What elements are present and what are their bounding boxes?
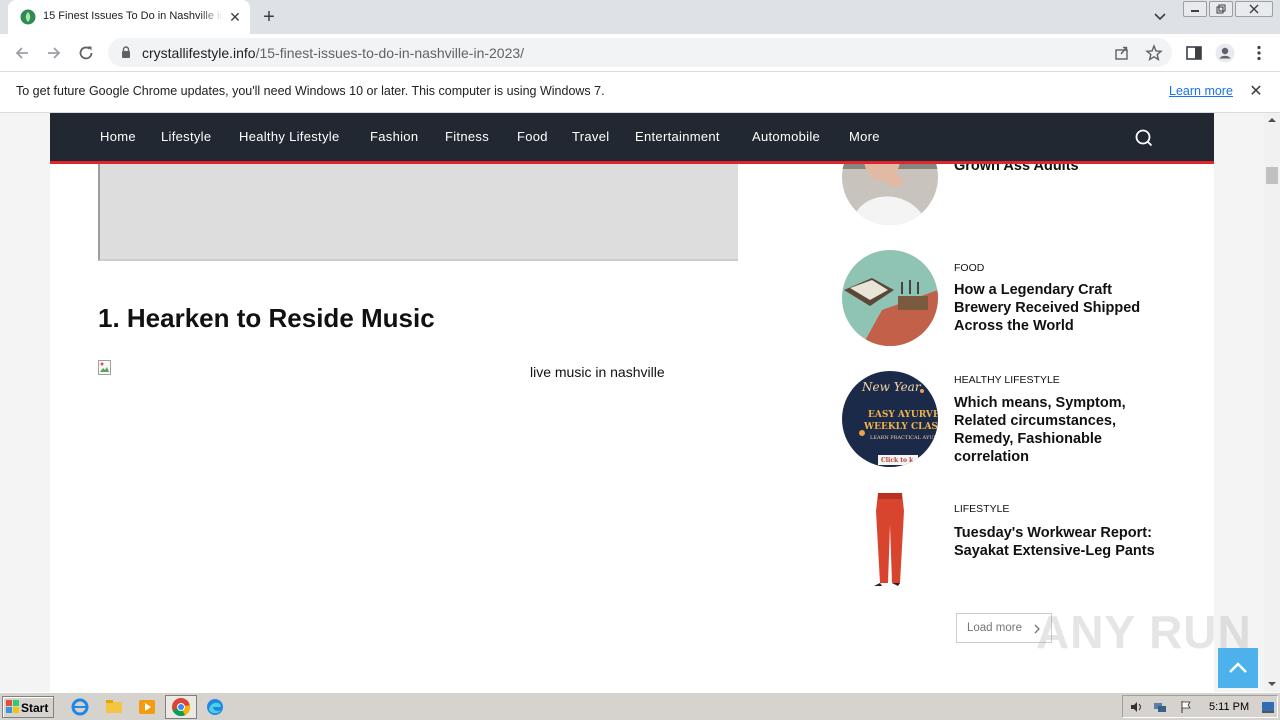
load-more-label: Load more <box>967 622 1022 634</box>
lock-icon[interactable] <box>121 46 131 59</box>
windows-taskbar: Start 5:11 PM <box>0 692 1280 720</box>
thumb-text-new-year: New Year <box>861 380 922 394</box>
post-thumbnail[interactable] <box>842 250 938 346</box>
learn-more-link[interactable]: Learn more <box>1169 84 1233 98</box>
scrollbar-thumb[interactable] <box>1266 167 1278 184</box>
post-category[interactable]: LIFESTYLE <box>954 503 1009 515</box>
url-text[interactable]: crystallifestyle.info/15-finest-issues-t… <box>142 45 524 61</box>
nav-item-fashion[interactable]: Fashion <box>370 129 418 144</box>
nav-item-food[interactable]: Food <box>517 129 548 144</box>
scroll-up-arrow-icon[interactable] <box>1264 115 1280 125</box>
back-arrow-icon[interactable] <box>12 43 32 63</box>
nav-item-more[interactable]: More <box>849 129 880 144</box>
sidebar-post[interactable]: LIFESTYLE Tuesday's Workwear Report: Say… <box>842 491 1172 591</box>
browser-toolbar: crystallifestyle.info/15-finest-issues-t… <box>0 34 1280 71</box>
post-title[interactable]: Tuesday's Workwear Report: Sayakat Exten… <box>954 524 1164 560</box>
url-path: /15-finest-issues-to-do-in-nashville-in-… <box>255 45 525 61</box>
nav-item-travel[interactable]: Travel <box>572 129 609 144</box>
reload-icon[interactable] <box>76 43 96 63</box>
section-heading: 1. Hearken to Reside Music <box>98 303 435 333</box>
volume-icon[interactable] <box>1129 700 1143 714</box>
post-thumbnail[interactable] <box>842 491 938 587</box>
nav-item-fitness[interactable]: Fitness <box>445 129 489 144</box>
start-label: Start <box>21 701 49 715</box>
windows-logo-icon <box>6 700 19 713</box>
broken-image-icon <box>98 360 111 375</box>
window-close-button[interactable] <box>1235 1 1273 17</box>
main-navigation: Home Lifestyle Healthy Lifestyle Fashion… <box>50 113 1214 164</box>
nav-item-automobile[interactable]: Automobile <box>752 129 820 144</box>
post-category[interactable]: FOOD <box>954 262 984 274</box>
bookmark-star-icon[interactable] <box>1145 44 1163 62</box>
tab-title: 15 Finest Issues To Do in Nashville in 2… <box>43 10 223 22</box>
system-tray: 5:11 PM <box>1122 695 1278 718</box>
action-center-flag-icon[interactable] <box>1179 700 1193 714</box>
profile-avatar-icon[interactable] <box>1215 43 1235 63</box>
chrome-icon <box>172 698 191 717</box>
taskbar-clock[interactable]: 5:11 PM <box>1209 701 1249 713</box>
url-host: crystallifestyle.info <box>142 45 256 61</box>
thumb-text-easy-ayurveda: EASY AYURVE <box>868 410 938 420</box>
nav-item-healthy-lifestyle[interactable]: Healthy Lifestyle <box>239 129 339 144</box>
network-icon[interactable] <box>1153 700 1167 714</box>
site-favicon-icon <box>20 9 36 25</box>
window-minimize-button[interactable] <box>1183 1 1207 17</box>
nav-item-lifestyle[interactable]: Lifestyle <box>161 129 211 144</box>
post-title[interactable]: How a Legendary Craft Brewery Received S… <box>954 281 1164 335</box>
media-player-icon[interactable] <box>136 697 158 717</box>
nav-item-home[interactable]: Home <box>100 129 136 144</box>
thumb-text-weekly-class: WEEKLY CLASS <box>863 422 938 432</box>
address-bar[interactable]: crystallifestyle.info/15-finest-issues-t… <box>108 38 1172 67</box>
thumb-text-learn-practical: LEARN PRACTICAL AYUR <box>870 435 937 441</box>
arrow-up-icon <box>1229 662 1247 673</box>
update-infobar: To get future Google Chrome updates, you… <box>0 71 1280 113</box>
show-desktop-icon[interactable] <box>1261 700 1275 714</box>
thumb-text-click: Click to k <box>881 457 914 464</box>
sidebar-post[interactable]: FOOD How a Legendary Craft Brewery Recei… <box>842 250 1172 350</box>
edge-icon[interactable] <box>204 697 226 717</box>
internet-explorer-icon[interactable] <box>69 697 91 717</box>
search-icon[interactable] <box>1134 128 1154 148</box>
browser-tabstrip: 15 Finest Issues To Do in Nashville in 2… <box>0 0 1280 34</box>
post-title[interactable]: Which means, Symptom, Related circumstan… <box>954 394 1164 466</box>
start-button[interactable]: Start <box>2 696 54 718</box>
tab-close-icon[interactable]: ✕ <box>226 8 244 26</box>
chrome-taskbar-button[interactable] <box>165 695 197 719</box>
ad-placeholder <box>98 161 738 261</box>
side-panel-icon[interactable] <box>1184 43 1204 63</box>
share-icon[interactable] <box>1113 44 1131 62</box>
infobar-close-icon[interactable]: ✕ <box>1247 83 1265 101</box>
image-alt-text: live music in nashville <box>530 364 665 380</box>
nav-item-entertainment[interactable]: Entertainment <box>635 129 720 144</box>
page-scrollbar[interactable] <box>1264 113 1280 692</box>
tab-search-chevron-icon[interactable] <box>1150 8 1170 26</box>
back-to-top-button[interactable] <box>1218 648 1258 688</box>
infobar-message: To get future Google Chrome updates, you… <box>16 84 605 98</box>
browser-tab[interactable]: 15 Finest Issues To Do in Nashville in 2… <box>8 0 250 34</box>
scroll-down-arrow-icon[interactable] <box>1264 679 1280 689</box>
post-category[interactable]: HEALTHY LIFESTYLE <box>954 374 1060 386</box>
window-restore-button[interactable] <box>1209 1 1233 17</box>
sidebar-post[interactable]: New Year EASY AYURVE WEEKLY CLASS LEARN … <box>842 371 1172 471</box>
chrome-menu-kebab-icon[interactable] <box>1249 43 1269 63</box>
new-tab-icon[interactable]: + <box>258 6 280 28</box>
file-explorer-icon[interactable] <box>103 697 125 717</box>
post-thumbnail[interactable]: New Year EASY AYURVE WEEKLY CLASS LEARN … <box>842 371 938 467</box>
forward-arrow-icon[interactable] <box>44 43 64 63</box>
